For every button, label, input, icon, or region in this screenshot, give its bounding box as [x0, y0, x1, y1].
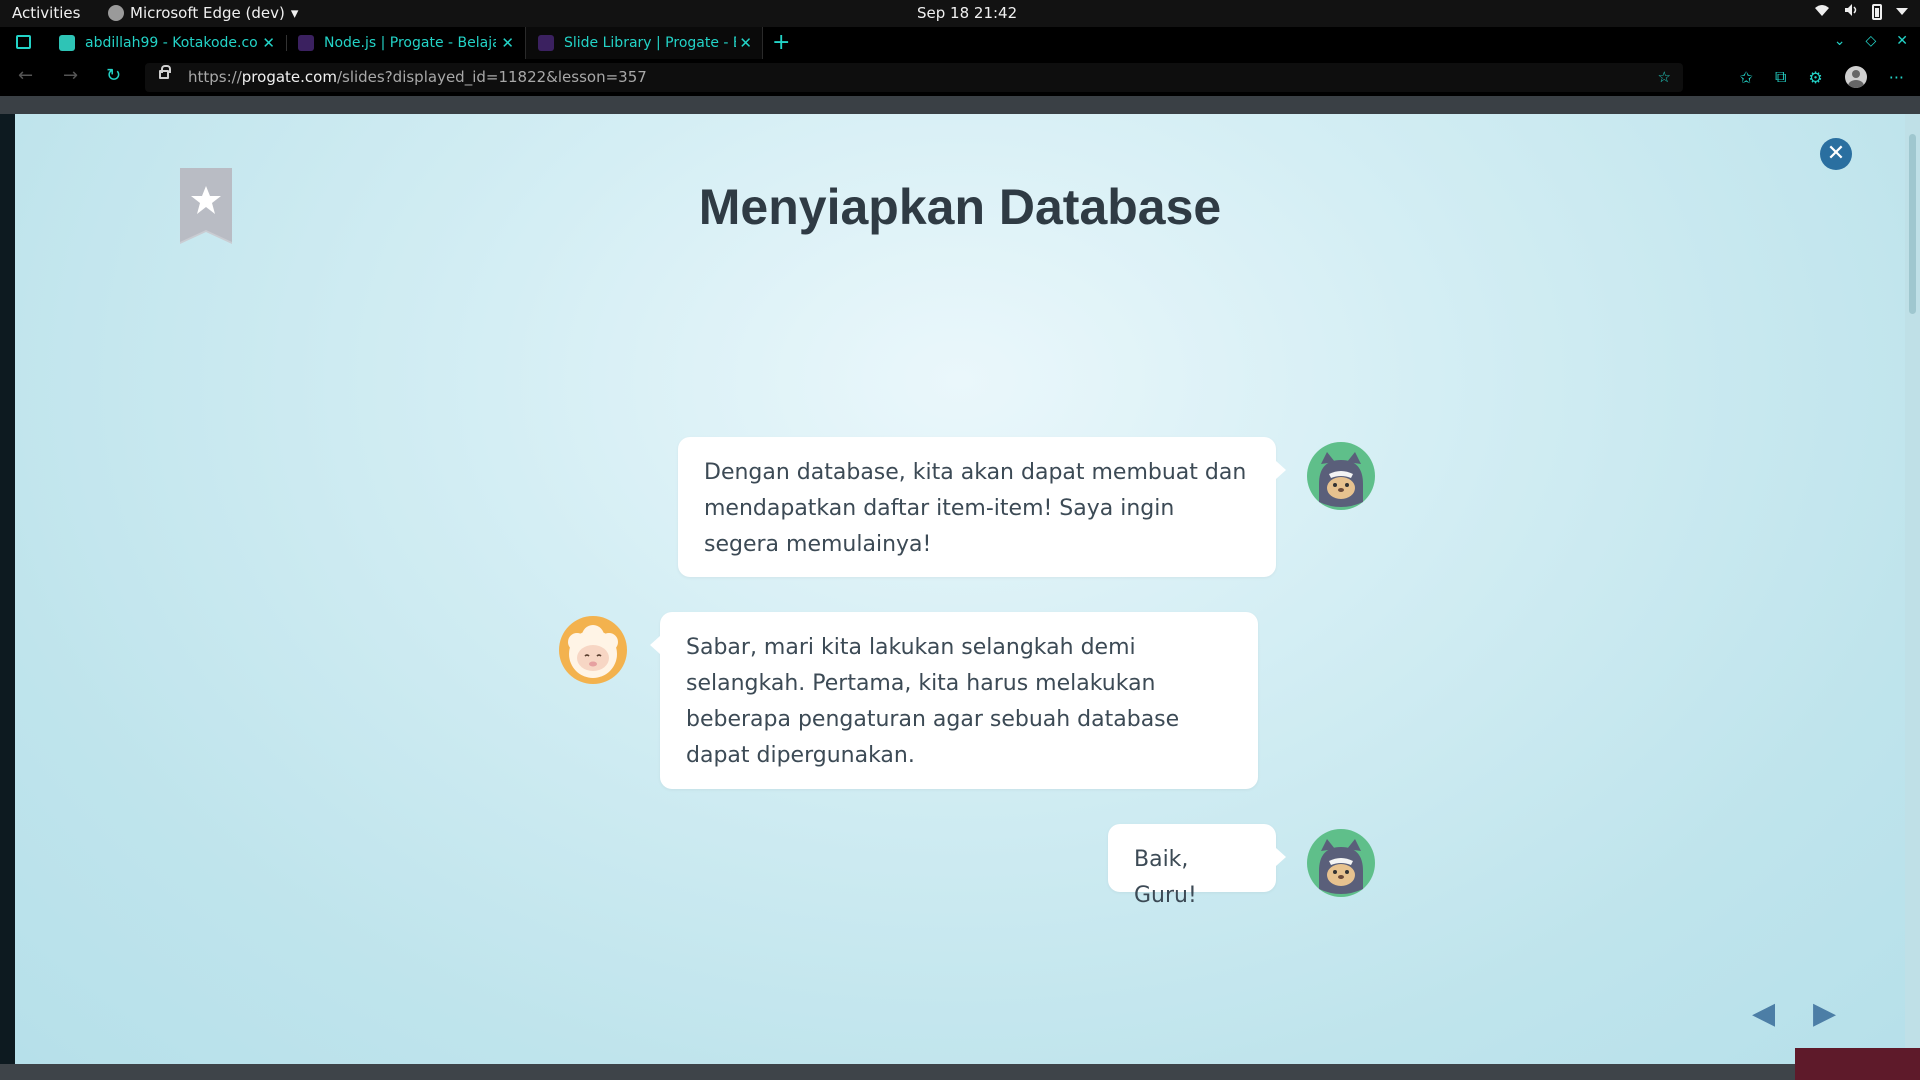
browser-toolbar: ← → ↻ https://progate.com/slides?display… — [0, 59, 1920, 96]
slide-title: Menyiapkan Database — [698, 179, 1222, 235]
chevron-down-icon[interactable]: ⌄ — [1834, 33, 1846, 49]
modal-backdrop — [0, 114, 15, 1080]
chat-bubble-ninja-reply: Baik, Guru! — [1108, 824, 1286, 908]
url-scheme: https:// — [188, 68, 242, 86]
back-arrow-icon[interactable]: ← — [18, 65, 33, 86]
activities-button[interactable]: Activities — [12, 4, 80, 22]
forward-arrow-icon[interactable]: → — [63, 65, 78, 86]
edge-app-icon — [108, 5, 124, 21]
ninja-cat-avatar-icon — [1307, 442, 1375, 510]
extensions-icon[interactable]: ⚙ — [1808, 68, 1822, 87]
tab-nodejs-progate[interactable]: Node.js | Progate - Belajar ✕ — [286, 27, 524, 59]
collections-icon[interactable]: ⧉ — [1775, 67, 1786, 87]
app-menu[interactable]: Microsoft Edge (dev) ▾ — [108, 4, 298, 22]
add-favorite-star-icon[interactable]: ☆ — [1658, 68, 1671, 86]
ninja-cat-avatar-icon — [1307, 829, 1375, 897]
scrollbar-thumb[interactable] — [1909, 134, 1916, 314]
chat-bubble-teacher: Sabar, mari kita lakukan selangkah demi … — [650, 612, 1258, 789]
close-icon[interactable]: ✕ — [262, 34, 275, 52]
previous-slide-arrow-icon[interactable]: ◀ — [1752, 996, 1775, 1031]
tab-title: abdillah99 - Kotakode.com — [85, 35, 257, 51]
profile-avatar-icon[interactable] — [1844, 66, 1867, 88]
close-window-icon[interactable]: ✕ — [1896, 33, 1908, 49]
new-tab-plus-icon[interactable]: + — [772, 30, 790, 55]
url-host: progate.com — [241, 68, 337, 86]
chevron-down-icon: ▾ — [290, 4, 299, 22]
battery-icon — [1872, 4, 1882, 20]
progate-favicon-icon — [298, 35, 314, 51]
close-icon[interactable]: ✕ — [739, 34, 752, 52]
underlying-page-button — [1795, 1048, 1920, 1080]
restore-icon[interactable]: ◇ — [1865, 33, 1876, 49]
tab-title: Node.js | Progate - Belajar — [324, 35, 496, 51]
url-path: /slides?displayed_id=11822&lesson=357 — [336, 68, 647, 86]
reload-icon[interactable]: ↻ — [106, 65, 121, 86]
favorites-icon[interactable]: ✩ — [1740, 68, 1753, 87]
system-top-bar: Activities Microsoft Edge (dev) ▾ Sep 18… — [0, 0, 1920, 27]
next-slide-arrow-icon[interactable]: ▶ — [1813, 996, 1836, 1031]
volume-icon — [1844, 3, 1858, 21]
underlying-page-header — [0, 96, 1920, 114]
kotakode-favicon-icon — [59, 35, 75, 51]
sheep-teacher-avatar-icon — [559, 616, 627, 684]
slide-modal: ✕ Menyiapkan Database Dengan database, k… — [15, 114, 1905, 1064]
horizontal-scrollbar[interactable] — [0, 1064, 1920, 1080]
tab-kotakode[interactable]: abdillah99 - Kotakode.com ✕ — [47, 27, 285, 59]
address-bar[interactable]: https://progate.com/slides?displayed_id=… — [145, 63, 1683, 92]
close-slide-button[interactable]: ✕ — [1820, 138, 1852, 170]
vertical-scrollbar[interactable] — [1905, 114, 1920, 1064]
close-icon[interactable]: ✕ — [501, 34, 514, 52]
tab-actions-icon[interactable] — [16, 35, 31, 49]
system-tray[interactable] — [1814, 3, 1908, 21]
wifi-icon — [1814, 3, 1830, 21]
toolbar-icons: ✩ ⧉ ⚙ ··· — [1740, 66, 1904, 88]
chat-bubble-ninja: Dengan database, kita akan dapat membuat… — [678, 437, 1286, 577]
url-text[interactable]: https://progate.com/slides?displayed_id=… — [188, 68, 647, 86]
tab-title: Slide Library | Progate - Belajar — [564, 35, 736, 51]
app-name: Microsoft Edge (dev) — [130, 4, 285, 22]
browser-tab-strip: abdillah99 - Kotakode.com ✕ Node.js | Pr… — [0, 27, 1920, 59]
more-menu-icon[interactable]: ··· — [1889, 68, 1904, 87]
lock-icon — [159, 65, 171, 79]
web-page: ✕ Menyiapkan Database Dengan database, k… — [0, 96, 1920, 1080]
power-menu-icon — [1896, 8, 1908, 16]
progate-favicon-icon — [538, 35, 554, 51]
window-controls: ⌄ ◇ ✕ — [1834, 33, 1908, 49]
tab-slide-library[interactable]: Slide Library | Progate - Belajar ✕ — [525, 27, 763, 59]
system-clock[interactable]: Sep 18 21:42 — [917, 4, 1017, 22]
